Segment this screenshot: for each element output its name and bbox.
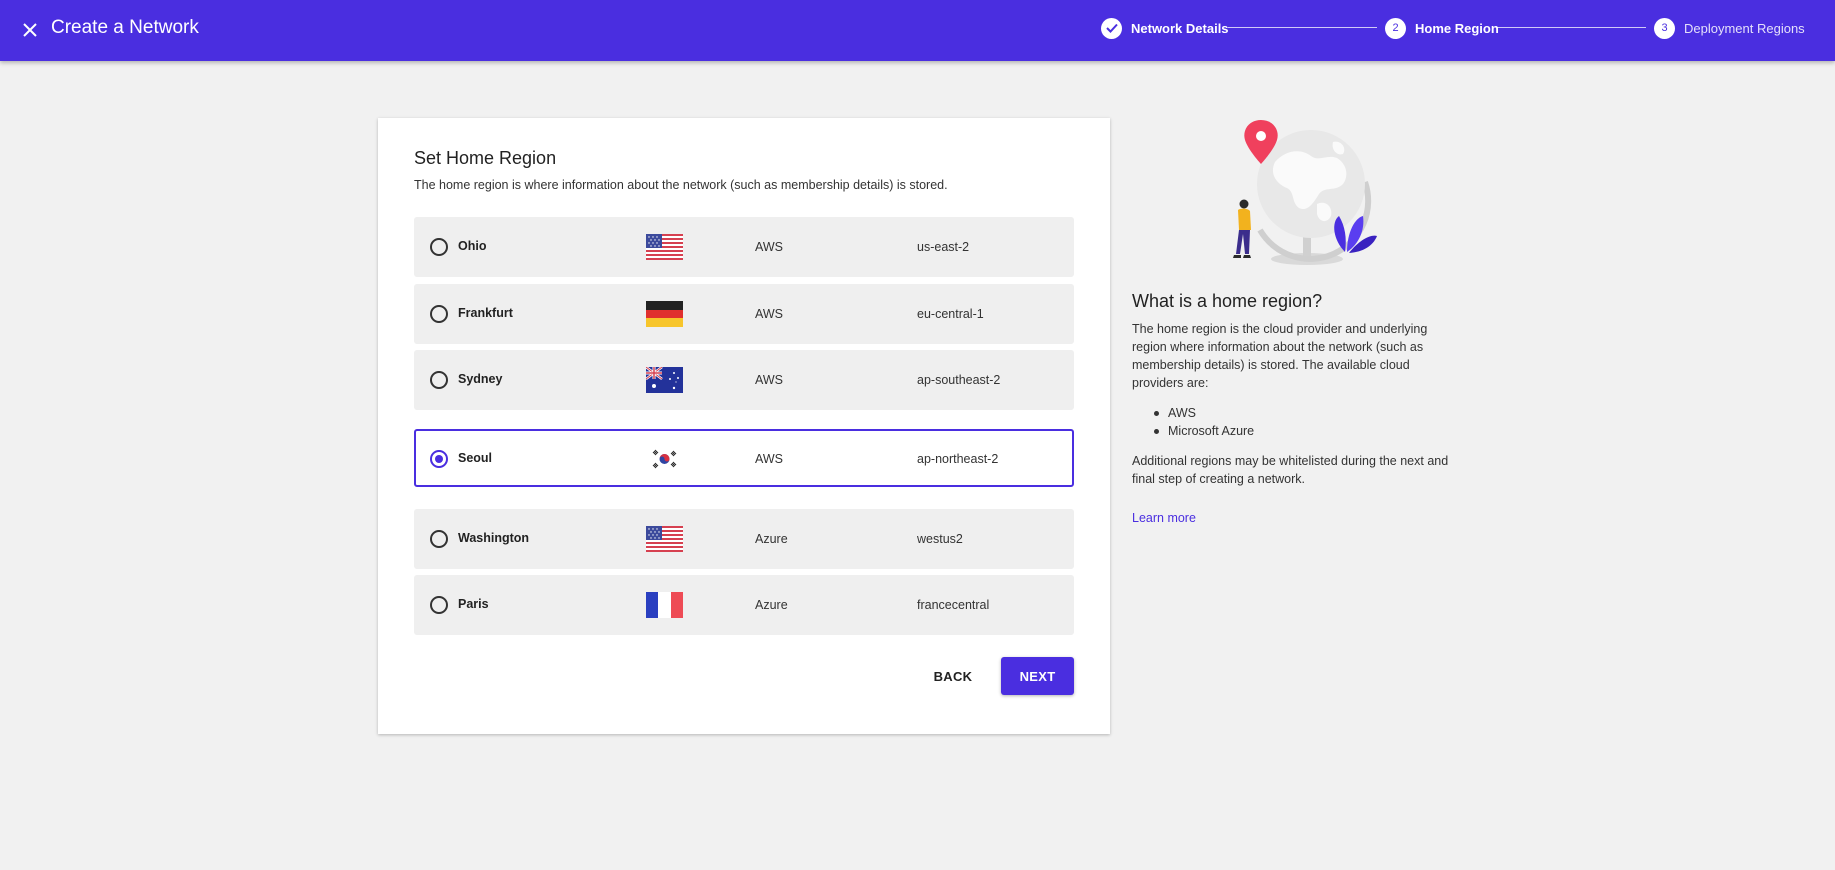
- region-option-paris[interactable]: Paris Azure francecentral: [414, 575, 1074, 635]
- region-code: francecentral: [917, 598, 990, 612]
- back-button[interactable]: BACK: [924, 658, 982, 694]
- flag-kr-icon: [646, 446, 683, 472]
- radio-button[interactable]: [430, 530, 448, 548]
- region-option-sydney[interactable]: Sydney AWS ap-southeast-2: [414, 350, 1074, 410]
- flag-de-icon: [646, 301, 683, 327]
- step-number: 3: [1654, 17, 1675, 39]
- region-code: us-east-2: [917, 240, 970, 254]
- step-network-details[interactable]: Network Details: [1101, 17, 1229, 39]
- stepper: Network Details 2 Home Region 3 Deployme…: [0, 0, 1835, 61]
- region-code: eu-central-1: [917, 307, 984, 321]
- info-text-additional: Additional regions may be whitelisted du…: [1132, 454, 1449, 486]
- region-provider: AWS: [755, 373, 784, 387]
- region-name: Paris: [458, 597, 489, 611]
- flag-us-icon: [646, 234, 683, 260]
- radio-button[interactable]: [430, 371, 448, 389]
- region-option-seoul[interactable]: Seoul AWS ap-northeast-2: [414, 429, 1074, 487]
- region-provider: AWS: [755, 240, 784, 254]
- next-button[interactable]: NEXT: [1001, 657, 1074, 695]
- region-name: Seoul: [458, 451, 493, 465]
- region-name: Washington: [458, 531, 530, 545]
- card-description: The home region is where information abo…: [414, 178, 948, 192]
- flag-au-icon: [646, 367, 683, 393]
- region-provider: AWS: [755, 307, 784, 321]
- card-title: Set Home Region: [414, 148, 557, 168]
- region-code: westus2: [917, 532, 963, 546]
- region-code: ap-northeast-2: [917, 452, 999, 466]
- radio-button[interactable]: [430, 450, 448, 468]
- info-text: The home region is the cloud provider an…: [1132, 322, 1428, 390]
- top-app-bar: Create a Network Network Details 2 Home …: [0, 0, 1835, 61]
- region-option-ohio[interactable]: Ohio AWS us-east-2: [414, 217, 1074, 277]
- check-icon: [1101, 17, 1122, 39]
- step-connector: [1228, 27, 1377, 28]
- info-title: What is a home region?: [1132, 291, 1323, 311]
- flag-fr-icon: [646, 592, 683, 618]
- step-deployment-regions[interactable]: 3 Deployment Regions: [1654, 17, 1805, 39]
- step-number: 2: [1385, 17, 1406, 39]
- region-name: Ohio: [458, 239, 487, 253]
- learn-more-link[interactable]: Learn more: [1132, 511, 1196, 525]
- region-option-frankfurt[interactable]: Frankfurt AWS eu-central-1: [414, 284, 1074, 344]
- globe-illustration: [1215, 112, 1390, 267]
- step-label: Home Region: [1415, 20, 1499, 36]
- step-connector: [1497, 27, 1646, 28]
- region-code: ap-southeast-2: [917, 373, 1001, 387]
- radio-button[interactable]: [430, 305, 448, 323]
- list-item: Microsoft Azure: [1150, 422, 1254, 440]
- step-home-region[interactable]: 2 Home Region: [1385, 17, 1499, 39]
- home-region-card: Set Home Region The home region is where…: [378, 118, 1110, 734]
- step-label: Network Details: [1131, 20, 1229, 36]
- provider-list: AWS Microsoft Azure: [1150, 404, 1254, 440]
- region-provider: Azure: [755, 598, 788, 612]
- flag-us-icon: [646, 526, 683, 552]
- list-item: AWS: [1150, 404, 1254, 422]
- radio-button[interactable]: [430, 596, 448, 614]
- region-name: Frankfurt: [458, 306, 513, 320]
- region-provider: Azure: [755, 532, 788, 546]
- region-option-washington[interactable]: Washington Azure westus2: [414, 509, 1074, 569]
- region-provider: AWS: [755, 452, 784, 466]
- radio-button[interactable]: [430, 238, 448, 256]
- region-name: Sydney: [458, 372, 503, 386]
- step-label: Deployment Regions: [1684, 20, 1805, 36]
